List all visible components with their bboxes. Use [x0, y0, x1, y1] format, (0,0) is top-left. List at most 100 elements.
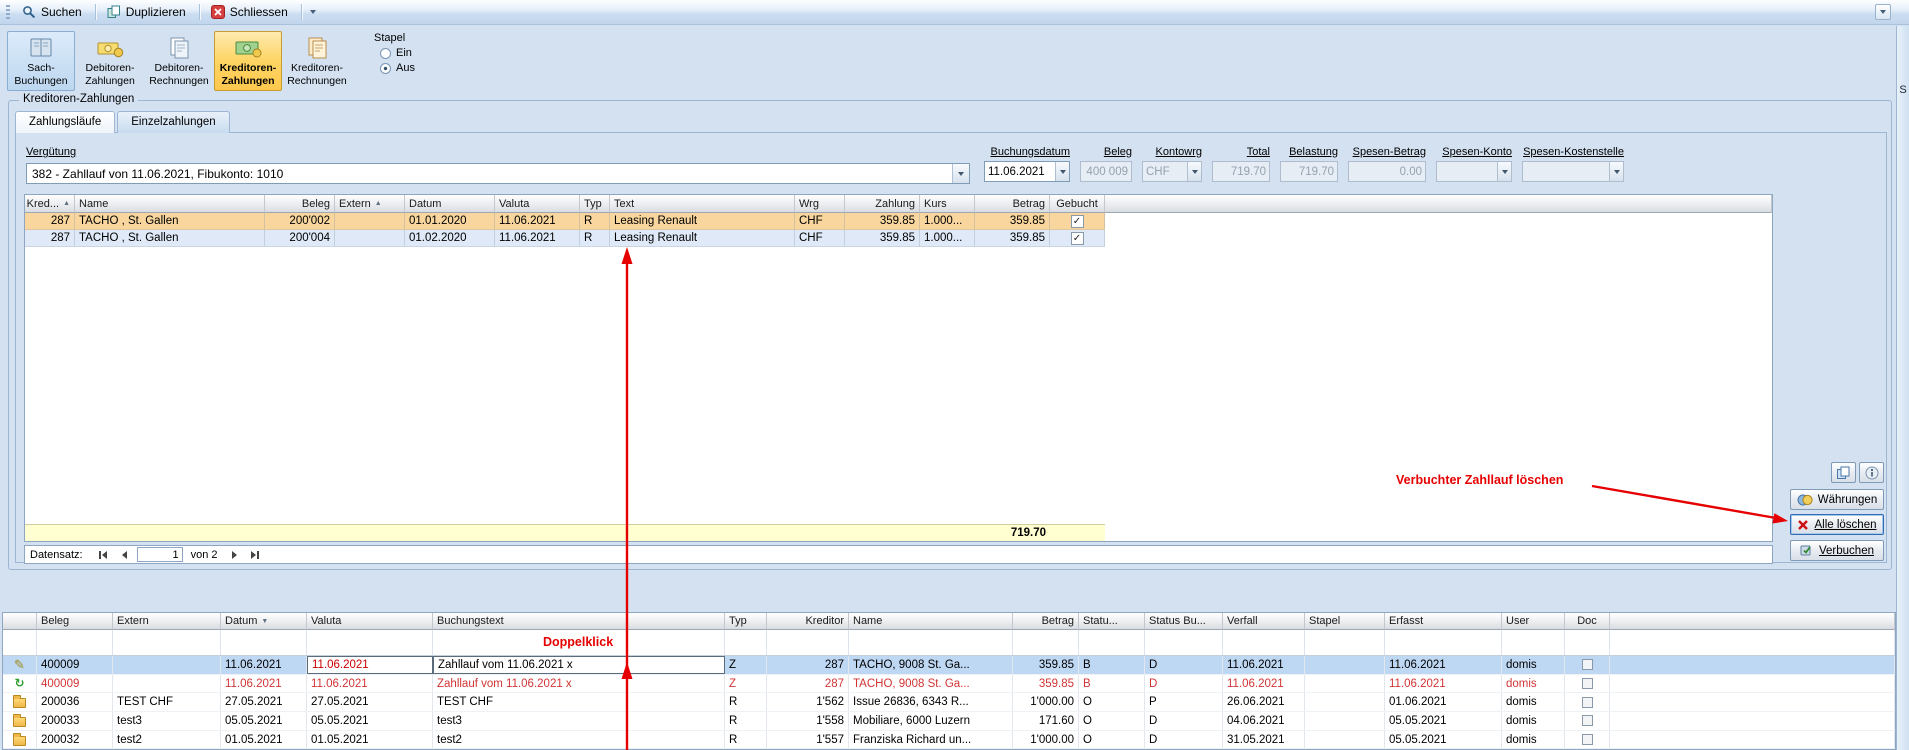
- filter-cell-typ[interactable]: [725, 630, 767, 655]
- zahllauf-position-row[interactable]: 287TACHO , St. Gallen200'00401.02.202011…: [25, 230, 1105, 247]
- column-header-typ[interactable]: Typ: [725, 613, 767, 630]
- nav-kreditoren-rechnungen-button[interactable]: Kreditoren- Rechnungen: [283, 31, 351, 91]
- zahllauf-position-row[interactable]: 287TACHO , St. Gallen200'00201.01.202011…: [25, 213, 1105, 230]
- prev-record-button[interactable]: [116, 547, 133, 562]
- column-header-label: Typ: [729, 615, 747, 627]
- column-header-betrag[interactable]: Betrag: [1013, 613, 1079, 630]
- nav-kreditoren-zahlungen-button[interactable]: Kreditoren- Zahlungen: [214, 31, 282, 91]
- filter-cell-erfasst[interactable]: [1385, 630, 1502, 655]
- column-header-kred[interactable]: Kred...▲: [25, 195, 75, 213]
- column-header-extern[interactable]: Extern▲: [335, 195, 405, 213]
- alle-loeschen-button[interactable]: Alle löschen: [1790, 514, 1884, 535]
- filter-cell-valuta[interactable]: [307, 630, 433, 655]
- filter-cell-name[interactable]: [849, 630, 1013, 655]
- cell-extern: [113, 656, 221, 674]
- column-header-erfasst[interactable]: Erfasst: [1385, 613, 1502, 630]
- customize-toolbar-icon[interactable]: [1875, 4, 1891, 20]
- column-header-typ[interactable]: Typ: [580, 195, 610, 213]
- filter-cell-status[interactable]: [1079, 630, 1145, 655]
- cell-stapel: [1305, 675, 1385, 693]
- column-header-valuta[interactable]: Valuta: [495, 195, 580, 213]
- nav-sach-buchungen-button[interactable]: Sach- Buchungen: [7, 31, 75, 91]
- column-header-name[interactable]: Name: [75, 195, 265, 213]
- cell-typ: R: [725, 731, 767, 749]
- column-header-wrg[interactable]: Wrg: [795, 195, 845, 213]
- filter-cell-extern[interactable]: [113, 630, 221, 655]
- column-header-buchungstext[interactable]: Buchungstext: [433, 613, 725, 630]
- info-button[interactable]: [1859, 462, 1884, 483]
- documents-button[interactable]: [1831, 462, 1856, 483]
- toolbar-grip[interactable]: [6, 5, 10, 20]
- stapel-ein-radio[interactable]: Ein: [380, 47, 415, 59]
- document-row[interactable]: 200032test201.05.202101.05.2021test2R1'5…: [3, 731, 1895, 750]
- column-header-extern[interactable]: Extern: [113, 613, 221, 630]
- filter-cell-betrag[interactable]: [1013, 630, 1079, 655]
- first-record-button[interactable]: [95, 547, 112, 562]
- column-header-gebucht[interactable]: Gebucht: [1050, 195, 1105, 213]
- column-header-doc[interactable]: Doc: [1565, 613, 1610, 630]
- column-header-user[interactable]: User: [1502, 613, 1565, 630]
- column-header-datum[interactable]: Datum▼: [221, 613, 307, 630]
- filter-cell-status_bu[interactable]: [1145, 630, 1223, 655]
- column-header-icon[interactable]: [3, 613, 37, 630]
- tab-einzelzahlungen[interactable]: Einzelzahlungen: [117, 111, 229, 133]
- filter-cell-icon[interactable]: [3, 630, 37, 655]
- tab-zahlungslaeufe[interactable]: Zahlungsläufe: [15, 111, 115, 133]
- column-header-zahlung[interactable]: Zahlung: [845, 195, 920, 213]
- column-header-beleg[interactable]: Beleg: [37, 613, 113, 630]
- gebucht-checkbox[interactable]: ✓: [1071, 215, 1084, 228]
- suchen-button[interactable]: Suchen: [15, 2, 91, 23]
- waehrungen-button[interactable]: Währungen: [1790, 489, 1884, 510]
- nav-debitoren-rechnungen-button[interactable]: Debitoren- Rechnungen: [145, 31, 213, 91]
- document-row[interactable]: 200033test305.05.202105.05.2021test3R1'5…: [3, 712, 1895, 731]
- cell-buchungstext: test3: [433, 712, 725, 730]
- column-header-verfall[interactable]: Verfall: [1223, 613, 1305, 630]
- filter-cell-datum[interactable]: [221, 630, 307, 655]
- last-record-button[interactable]: [247, 547, 264, 562]
- column-header-name[interactable]: Name: [849, 613, 1013, 630]
- toolbar-overflow-icon[interactable]: [306, 2, 320, 23]
- record-number-input[interactable]: [137, 547, 183, 562]
- column-header-betrag[interactable]: Betrag: [975, 195, 1050, 213]
- doc-checkbox[interactable]: [1582, 715, 1593, 726]
- field-spesen_betrag: Spesen-Betrag0.00: [1348, 146, 1426, 182]
- doc-checkbox[interactable]: [1582, 659, 1593, 670]
- buchungsdatum-input[interactable]: 11.06.2021: [984, 161, 1070, 182]
- duplizieren-button[interactable]: Duplizieren: [100, 2, 195, 23]
- column-header-text[interactable]: Text: [610, 195, 795, 213]
- row-state-cell: [3, 675, 37, 693]
- chevron-down-icon[interactable]: [1055, 162, 1069, 181]
- doc-checkbox[interactable]: [1582, 697, 1593, 708]
- cell-user: domis: [1502, 712, 1565, 730]
- column-header-kreditor[interactable]: Kreditor: [767, 613, 849, 630]
- next-record-button[interactable]: [226, 547, 243, 562]
- doc-checkbox[interactable]: [1582, 678, 1593, 689]
- document-row[interactable]: 200036TEST CHF27.05.202127.05.2021TEST C…: [3, 693, 1895, 712]
- filter-cell-stapel[interactable]: [1305, 630, 1385, 655]
- stapel-aus-radio[interactable]: Aus: [380, 62, 415, 74]
- document-row[interactable]: 40000911.06.202111.06.2021Zahllauf vom 1…: [3, 656, 1895, 675]
- collapsed-side-panel[interactable]: S: [1896, 26, 1909, 750]
- column-header-stapel[interactable]: Stapel: [1305, 613, 1385, 630]
- record-count-label: von 2: [191, 549, 218, 561]
- filter-cell-beleg[interactable]: [37, 630, 113, 655]
- doc-checkbox[interactable]: [1582, 734, 1593, 745]
- column-header-status_bu[interactable]: Status Bu...: [1145, 613, 1223, 630]
- verbuchen-button[interactable]: Verbuchen: [1790, 540, 1884, 561]
- column-header-beleg[interactable]: Beleg: [265, 195, 335, 213]
- zahllauf-combobox[interactable]: 382 - Zahllauf von 11.06.2021, Fibukonto…: [26, 163, 970, 184]
- filter-cell-kreditor[interactable]: [767, 630, 849, 655]
- column-header-kurs[interactable]: Kurs: [920, 195, 975, 213]
- nav-debitoren-zahlungen-button[interactable]: Debitoren- Zahlungen: [76, 31, 144, 91]
- document-row[interactable]: 40000911.06.202111.06.2021Zahllauf vom 1…: [3, 675, 1895, 694]
- filter-cell-user[interactable]: [1502, 630, 1565, 655]
- gebucht-checkbox[interactable]: ✓: [1071, 232, 1084, 245]
- column-header-valuta[interactable]: Valuta: [307, 613, 433, 630]
- chevron-down-icon[interactable]: [952, 164, 969, 183]
- filter-cell-verfall[interactable]: [1223, 630, 1305, 655]
- schliessen-button[interactable]: Schliessen: [204, 2, 297, 23]
- filter-cell-doc[interactable]: [1565, 630, 1610, 655]
- column-header-datum[interactable]: Datum: [405, 195, 495, 213]
- field-label-kontowrg: Kontowrg: [1142, 146, 1202, 158]
- column-header-status[interactable]: Statu...: [1079, 613, 1145, 630]
